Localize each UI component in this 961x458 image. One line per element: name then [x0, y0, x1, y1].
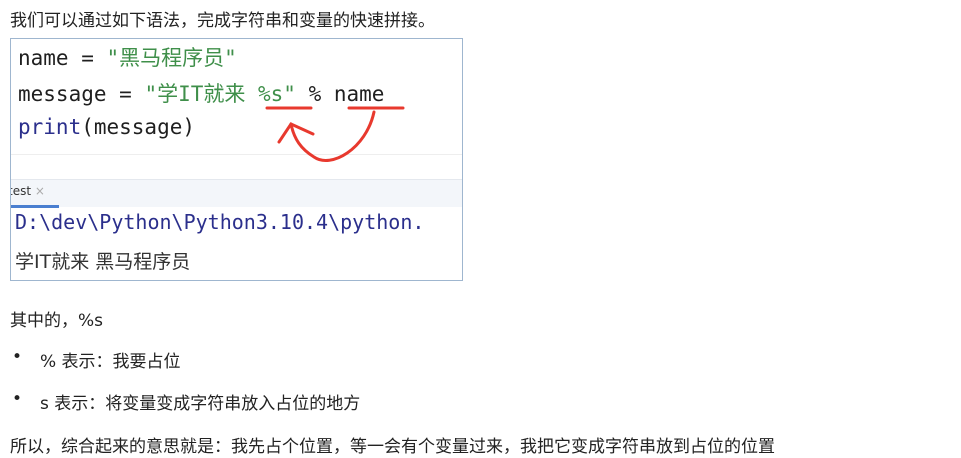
- run-tab[interactable]: test ×: [10, 184, 45, 198]
- output-path: D:\dev\Python\Python3.10.4\python.: [15, 210, 425, 234]
- code-screenshot: name = "黑马程序员" message = "学IT就来 %s" % na…: [10, 38, 463, 281]
- bullet-icon: •: [12, 347, 23, 367]
- explain-title: 其中的，%s: [10, 311, 104, 331]
- intro-text: 我们可以通过如下语法，完成字符串和变量的快速拼接。: [10, 11, 435, 31]
- bullet-item: % 表示：我要占位: [40, 352, 181, 372]
- active-tab-indicator: [11, 205, 59, 208]
- summary-text: 所以，综合起来的意思就是：我先占个位置，等一会有个变量过来，我把它变成字符串放到…: [10, 437, 775, 457]
- bullet-icon: •: [12, 389, 23, 409]
- run-tab-bar: test ×: [10, 179, 462, 208]
- annotation-arrow-icon: [265, 106, 405, 162]
- close-icon[interactable]: ×: [35, 184, 45, 198]
- run-tab-label: test: [10, 184, 32, 198]
- bullet-item: s 表示：将变量变成字符串放入占位的地方: [40, 394, 361, 414]
- output-result: 学IT就来 黑马程序员: [15, 251, 191, 273]
